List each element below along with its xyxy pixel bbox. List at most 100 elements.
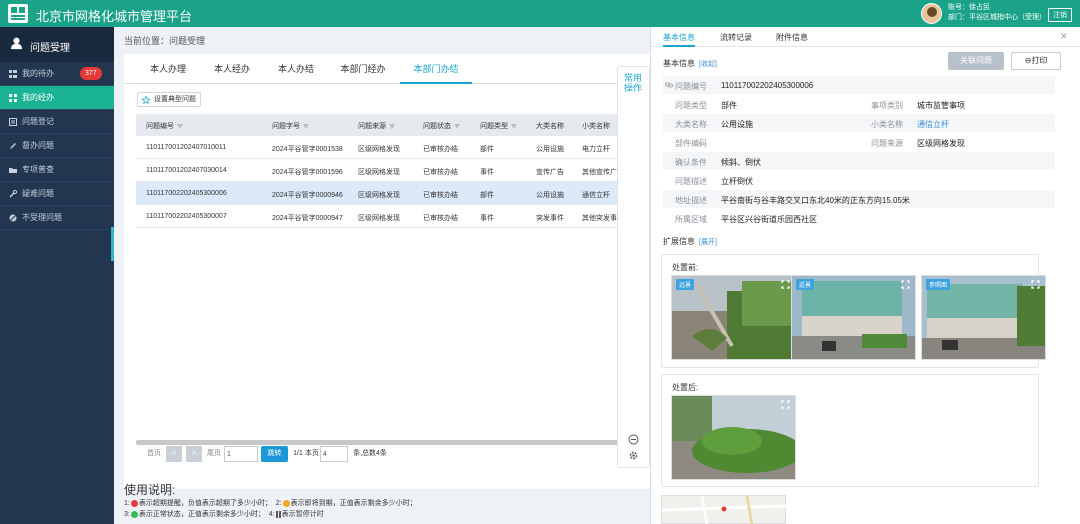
minus-circle-icon[interactable] xyxy=(628,434,639,445)
expand-icon[interactable] xyxy=(901,280,910,289)
filter-icon[interactable] xyxy=(454,123,460,129)
page-input[interactable]: 1 xyxy=(224,446,258,462)
col-id[interactable]: 问题编号 xyxy=(146,121,183,131)
sidebar-item-my-handled[interactable]: 我的经办 xyxy=(0,86,114,110)
print-button[interactable]: ⊖打印 xyxy=(1011,52,1061,70)
field-row-desc: 问题描述 立杆倒伏 xyxy=(663,171,1055,189)
expand-toggle[interactable]: [展开] xyxy=(699,239,717,246)
quick-actions-label: 常用操作 xyxy=(624,73,643,93)
col-source[interactable]: 问题来源 xyxy=(358,121,395,131)
filter-icon[interactable] xyxy=(303,123,309,129)
app-title: 北京市网格化城市管理平台 xyxy=(36,9,193,24)
sidebar-title: 问题受理 xyxy=(30,43,70,54)
field-label: 部件编码 xyxy=(675,139,707,148)
relate-issue-button[interactable]: 关联问题 xyxy=(948,52,1004,70)
tab-self-handled[interactable]: 本人经办 xyxy=(202,54,262,84)
cell-type: 部件 xyxy=(480,146,494,153)
user-account: 账号：徐占民 xyxy=(948,4,990,11)
cell-id: 110117001202407030014 xyxy=(146,167,227,174)
tab-dept-handled[interactable]: 本部门经办 xyxy=(330,54,396,84)
sidebar-item-label: 不受理问题 xyxy=(22,213,62,222)
field-label: 问题描述 xyxy=(675,177,707,186)
page-info: 1/1 本页 xyxy=(293,450,319,457)
tab-attachments[interactable]: 附件信息 xyxy=(776,32,808,43)
table-row[interactable]: 110117001202407030014 2024平谷管字0001596 区级… xyxy=(136,159,650,182)
table-row[interactable]: 110117001202407010011 2024平谷管字0001538 区级… xyxy=(136,136,650,159)
tab-basic-info[interactable]: 基本信息 xyxy=(663,32,695,47)
sidebar-item-label: 我的待办 xyxy=(22,69,54,78)
field-row-condition: 确认条件 倾斜、倒伏 xyxy=(663,152,1055,170)
detail-tabs: 基本信息 流转记录 附件信息 ✕ xyxy=(651,27,1080,47)
avatar[interactable] xyxy=(921,3,942,24)
col-number[interactable]: 问题字号 xyxy=(272,121,309,131)
minor-category-link[interactable]: 通信立杆 xyxy=(917,119,949,130)
field-row-major: 大类名称 公用设施 小类名称 通信立杆 xyxy=(663,114,1055,132)
logout-button[interactable]: 注销 xyxy=(1048,8,1072,22)
photo-far-view[interactable]: 远景 xyxy=(671,275,796,360)
user-department: 部门：平谷区城指中心（受理） xyxy=(948,14,1046,21)
col-status[interactable]: 问题状态 xyxy=(423,121,460,131)
photo-near-view[interactable]: 近景 xyxy=(791,275,916,360)
field-label: 问题编号 xyxy=(675,82,707,91)
table-row[interactable]: 110117002202405300007 2024平谷管字0000947 区级… xyxy=(136,205,650,228)
cell-id: 110117002202405300006 xyxy=(146,190,227,197)
collapse-toggle[interactable]: [收起] xyxy=(699,61,717,68)
sidebar: 问题受理 我的待办 377 我的经办 问题登记 督办问题 专项普查 疑难问题 不… xyxy=(0,27,114,524)
jump-button[interactable]: 跳转 xyxy=(261,446,288,462)
tab-bar: 本人办理 本人经办 本人办结 本部门经办 本部门办结 xyxy=(124,54,650,84)
sidebar-item-my-todo[interactable]: 我的待办 377 xyxy=(0,62,114,86)
tab-self-finished[interactable]: 本人办结 xyxy=(266,54,326,84)
cell-major: 宣传广告 xyxy=(536,169,564,176)
cell-type: 事件 xyxy=(480,215,494,222)
sidebar-item-difficult[interactable]: 疑难问题 xyxy=(0,182,114,206)
sidebar-item-label: 问题登记 xyxy=(22,117,54,126)
cell-number: 2024平谷管字0001538 xyxy=(272,146,343,153)
usage-title: 使用说明: xyxy=(124,483,176,497)
photo-after[interactable] xyxy=(671,395,796,480)
tab-self-handling[interactable]: 本人办理 xyxy=(138,54,198,84)
set-typical-button[interactable]: 设置典型问题 xyxy=(137,92,201,107)
field-label: 小类名称 xyxy=(871,120,903,129)
tab-flow-record[interactable]: 流转记录 xyxy=(720,32,752,43)
cell-number: 2024平谷管字0000947 xyxy=(272,215,343,222)
filter-icon[interactable] xyxy=(511,123,517,129)
cell-type: 部件 xyxy=(480,192,494,199)
pen-icon xyxy=(10,143,16,149)
gear-icon[interactable] xyxy=(628,450,639,461)
sidebar-item-register[interactable]: 问题登记 xyxy=(0,110,114,134)
horizontal-scrollbar[interactable] xyxy=(136,440,650,445)
red-dot-icon xyxy=(130,499,138,507)
close-icon[interactable]: ✕ xyxy=(1060,31,1068,42)
basic-info-title: 基本信息 [收起] xyxy=(663,59,717,68)
table-row-selected[interactable]: 110117002202405300006 2024平谷管字0000946 区级… xyxy=(136,182,650,205)
cell-minor: 其他宣传广告 xyxy=(582,169,620,176)
sidebar-item-special-survey[interactable]: 专项普查 xyxy=(0,158,114,182)
first-page-button[interactable]: 首页 xyxy=(146,446,162,462)
ban-icon xyxy=(9,214,17,222)
field-value: 110117002202405300006 xyxy=(721,81,814,90)
location-map[interactable] xyxy=(661,495,788,524)
after-caption: 处置后: xyxy=(672,383,699,392)
page-size-input[interactable]: 4 xyxy=(320,446,348,462)
sidebar-item-supervise[interactable]: 督办问题 xyxy=(0,134,114,158)
col-type[interactable]: 问题类型 xyxy=(480,121,517,131)
sidebar-item-rejected[interactable]: 不受理问题 xyxy=(0,206,114,230)
expand-icon[interactable] xyxy=(781,280,790,289)
col-minor: 小类名称 xyxy=(582,123,610,130)
expand-icon[interactable] xyxy=(781,400,790,409)
cell-number: 2024平谷管字0001596 xyxy=(272,169,343,176)
photo-reference[interactable]: 参照图 xyxy=(921,275,1046,360)
prev-page-button[interactable]: < xyxy=(166,446,182,462)
last-page-button[interactable]: 尾页 xyxy=(206,446,222,462)
cell-major: 突发事件 xyxy=(536,215,564,222)
tab-dept-finished[interactable]: 本部门办结 xyxy=(400,54,472,84)
expand-icon[interactable] xyxy=(1031,280,1040,289)
usage-line-2: 3: 表示正常状态，正值表示剩余多少小时； 4: 表示暂停计时 xyxy=(124,510,324,518)
filter-icon[interactable] xyxy=(177,123,183,129)
ext-info-title: 扩展信息 [展开] xyxy=(663,237,717,246)
next-page-button[interactable]: > xyxy=(186,446,202,462)
app-logo-icon xyxy=(8,4,28,23)
pause-icon xyxy=(275,510,281,518)
filter-icon[interactable] xyxy=(389,123,395,129)
wrench-icon xyxy=(9,190,17,198)
